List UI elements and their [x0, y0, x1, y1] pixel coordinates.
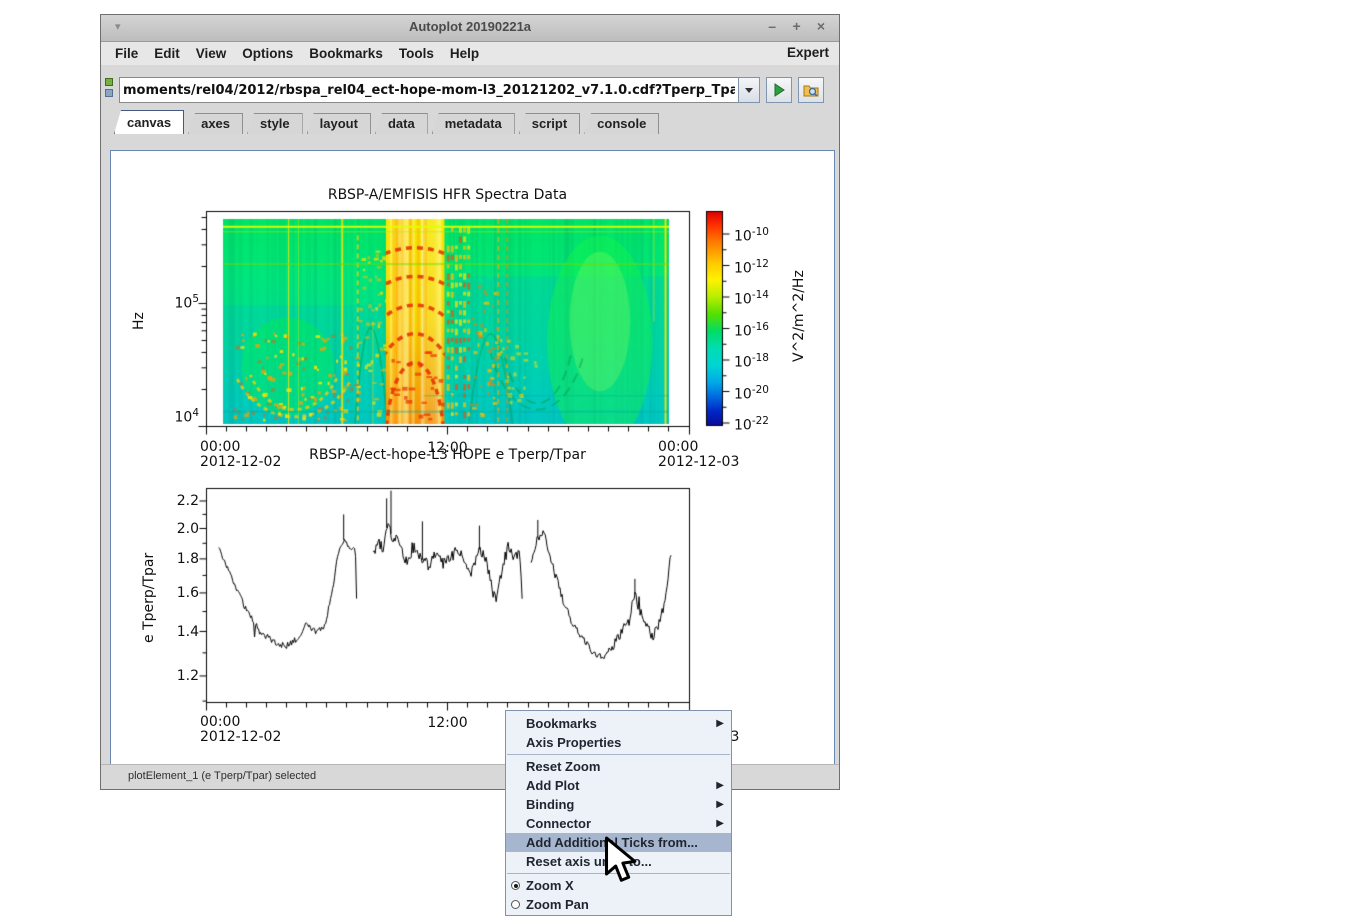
titlebar[interactable]: ▾ Autoplot 20190221a – + ×	[101, 15, 839, 42]
menu-item-add-plot[interactable]: Add Plot ▶	[506, 776, 731, 795]
menu-item-label: Zoom X	[526, 878, 574, 893]
plot2-ytick-label: 1.8	[176, 551, 199, 567]
menu-item-reset-axis-units-to[interactable]: Reset axis units to...	[506, 852, 731, 871]
uri-input[interactable]	[119, 77, 738, 103]
radio-icon	[511, 900, 520, 909]
plot2-ytick-label: 2.2	[176, 493, 199, 509]
plot1-title: RBSP-A/EMFISIS HFR Spectra Data	[327, 187, 568, 203]
plot2-ytick-label: 1.4	[176, 623, 199, 640]
tab-script[interactable]: script	[518, 113, 581, 134]
colorbar-tick-label: 10-16	[734, 320, 769, 340]
menu-item-connector[interactable]: Connector ▶	[506, 814, 731, 833]
menu-item-label: Zoom Pan	[526, 897, 589, 912]
green-led-icon	[105, 78, 113, 86]
menu-item-label: Add Additional Ticks from...	[526, 835, 698, 850]
tab-style[interactable]: style	[247, 113, 303, 134]
menu-item-label: Add Plot	[526, 778, 580, 793]
menu-separator	[507, 873, 730, 874]
menu-separator	[507, 754, 730, 755]
context-menu: Bookmarks ▶ Axis Properties Reset Zoom Add P…	[505, 710, 732, 916]
submenu-arrow-icon: ▶	[716, 718, 724, 729]
tab-bar: canvas axes style layout data metadata script c…	[101, 110, 839, 134]
menubar-item-view[interactable]: View	[188, 46, 235, 61]
expert-mode-label[interactable]: Expert	[787, 45, 829, 60]
folder-search-icon	[803, 85, 818, 96]
radio-selected-icon	[511, 881, 520, 890]
menubar-item-file[interactable]: File	[107, 46, 146, 61]
menu-item-zoom-x[interactable]: Zoom X	[506, 876, 731, 895]
plot2-title: RBSP-A/ect-hope-L3 HOPE e Tperp/Tpar	[309, 447, 586, 463]
menu-item-label: Reset axis units to...	[526, 854, 652, 869]
menu-item-label: Bookmarks	[526, 716, 597, 731]
colorbar-unit-label: V^2/m^2/Hz	[791, 270, 807, 362]
plot2-ytick-label: 2.0	[176, 520, 199, 537]
autoplot-window: ▾ Autoplot 20190221a – + × File Edit View O…	[100, 14, 840, 790]
menu-item-zoom-pan[interactable]: Zoom Pan	[506, 895, 731, 914]
menu-item-label: Connector	[526, 816, 591, 831]
submenu-arrow-icon: ▶	[716, 799, 724, 810]
content-area: RBSP-A/EMFISIS HFR Spectra Data Hz 105 10…	[101, 134, 839, 780]
minimize-button[interactable]: –	[762, 18, 782, 34]
colorbar-tick-label: 10-18	[734, 352, 769, 371]
desktop: ▾ Autoplot 20190221a – + × File Edit View O…	[0, 0, 1345, 916]
menu-item-add-additional-ticks-from[interactable]: Add Additional Ticks from...	[506, 833, 731, 852]
plot-canvas-panel[interactable]: RBSP-A/EMFISIS HFR Spectra Data Hz 105 10…	[110, 150, 835, 780]
menu-item-label: Axis Properties	[526, 735, 622, 750]
menu-item-label: Reset Zoom	[526, 759, 601, 774]
submenu-arrow-icon: ▶	[716, 780, 724, 791]
uri-dropdown-button[interactable]	[738, 77, 760, 103]
open-file-button[interactable]	[798, 77, 824, 103]
colorbar-tick-label: 10-10	[734, 226, 769, 245]
menu-item-binding[interactable]: Binding ▶	[506, 795, 731, 814]
plot1-ytick-label: 104	[174, 407, 199, 426]
window-title: Autoplot 20190221a	[408, 19, 532, 34]
play-icon	[774, 83, 785, 97]
menubar-item-edit[interactable]: Edit	[146, 46, 188, 61]
uri-combobox	[119, 77, 760, 103]
menu-item-bookmarks[interactable]: Bookmarks ▶	[506, 714, 731, 733]
menu-item-axis-properties[interactable]: Axis Properties	[506, 733, 731, 752]
go-plot-button[interactable]	[766, 77, 792, 103]
tab-canvas[interactable]: canvas	[114, 110, 185, 134]
blue-led-icon	[105, 89, 113, 97]
plot1-ytick-label: 105	[174, 293, 199, 312]
menu-item-reset-zoom[interactable]: Reset Zoom	[506, 757, 731, 776]
menu-item-label: Binding	[526, 797, 575, 812]
plot2-ytick-label: 1.2	[176, 668, 199, 684]
colorbar-tick-label: 10-22	[734, 415, 769, 434]
status-text: plotElement_1 (e Tperp/Tpar) selected	[128, 770, 317, 782]
menubar-item-tools[interactable]: Tools	[391, 46, 442, 61]
maximize-button[interactable]: +	[787, 18, 807, 34]
datasource-status-leds	[105, 78, 115, 100]
submenu-arrow-icon: ▶	[716, 818, 724, 829]
colorbar-tick-label: 10-14	[734, 289, 769, 308]
menu-bar: File Edit View Options Bookmarks Tools Help Ex…	[101, 42, 839, 66]
chevron-down-icon	[745, 87, 753, 93]
tab-console[interactable]: console	[584, 113, 660, 134]
colorbar-tick-label: 10-20	[734, 383, 769, 403]
plot2-ytick-label: 1.6	[176, 585, 199, 601]
colorbar-tick-label: 10-12	[734, 257, 769, 277]
tab-axes[interactable]: axes	[188, 113, 244, 134]
menubar-item-help[interactable]: Help	[442, 46, 487, 61]
tab-data[interactable]: data	[374, 113, 428, 134]
menubar-item-bookmarks[interactable]: Bookmarks	[301, 46, 391, 61]
menubar-item-options[interactable]: Options	[234, 46, 301, 61]
tab-metadata[interactable]: metadata	[431, 113, 515, 134]
close-button[interactable]: ×	[811, 18, 831, 34]
tab-layout[interactable]: layout	[306, 113, 371, 134]
